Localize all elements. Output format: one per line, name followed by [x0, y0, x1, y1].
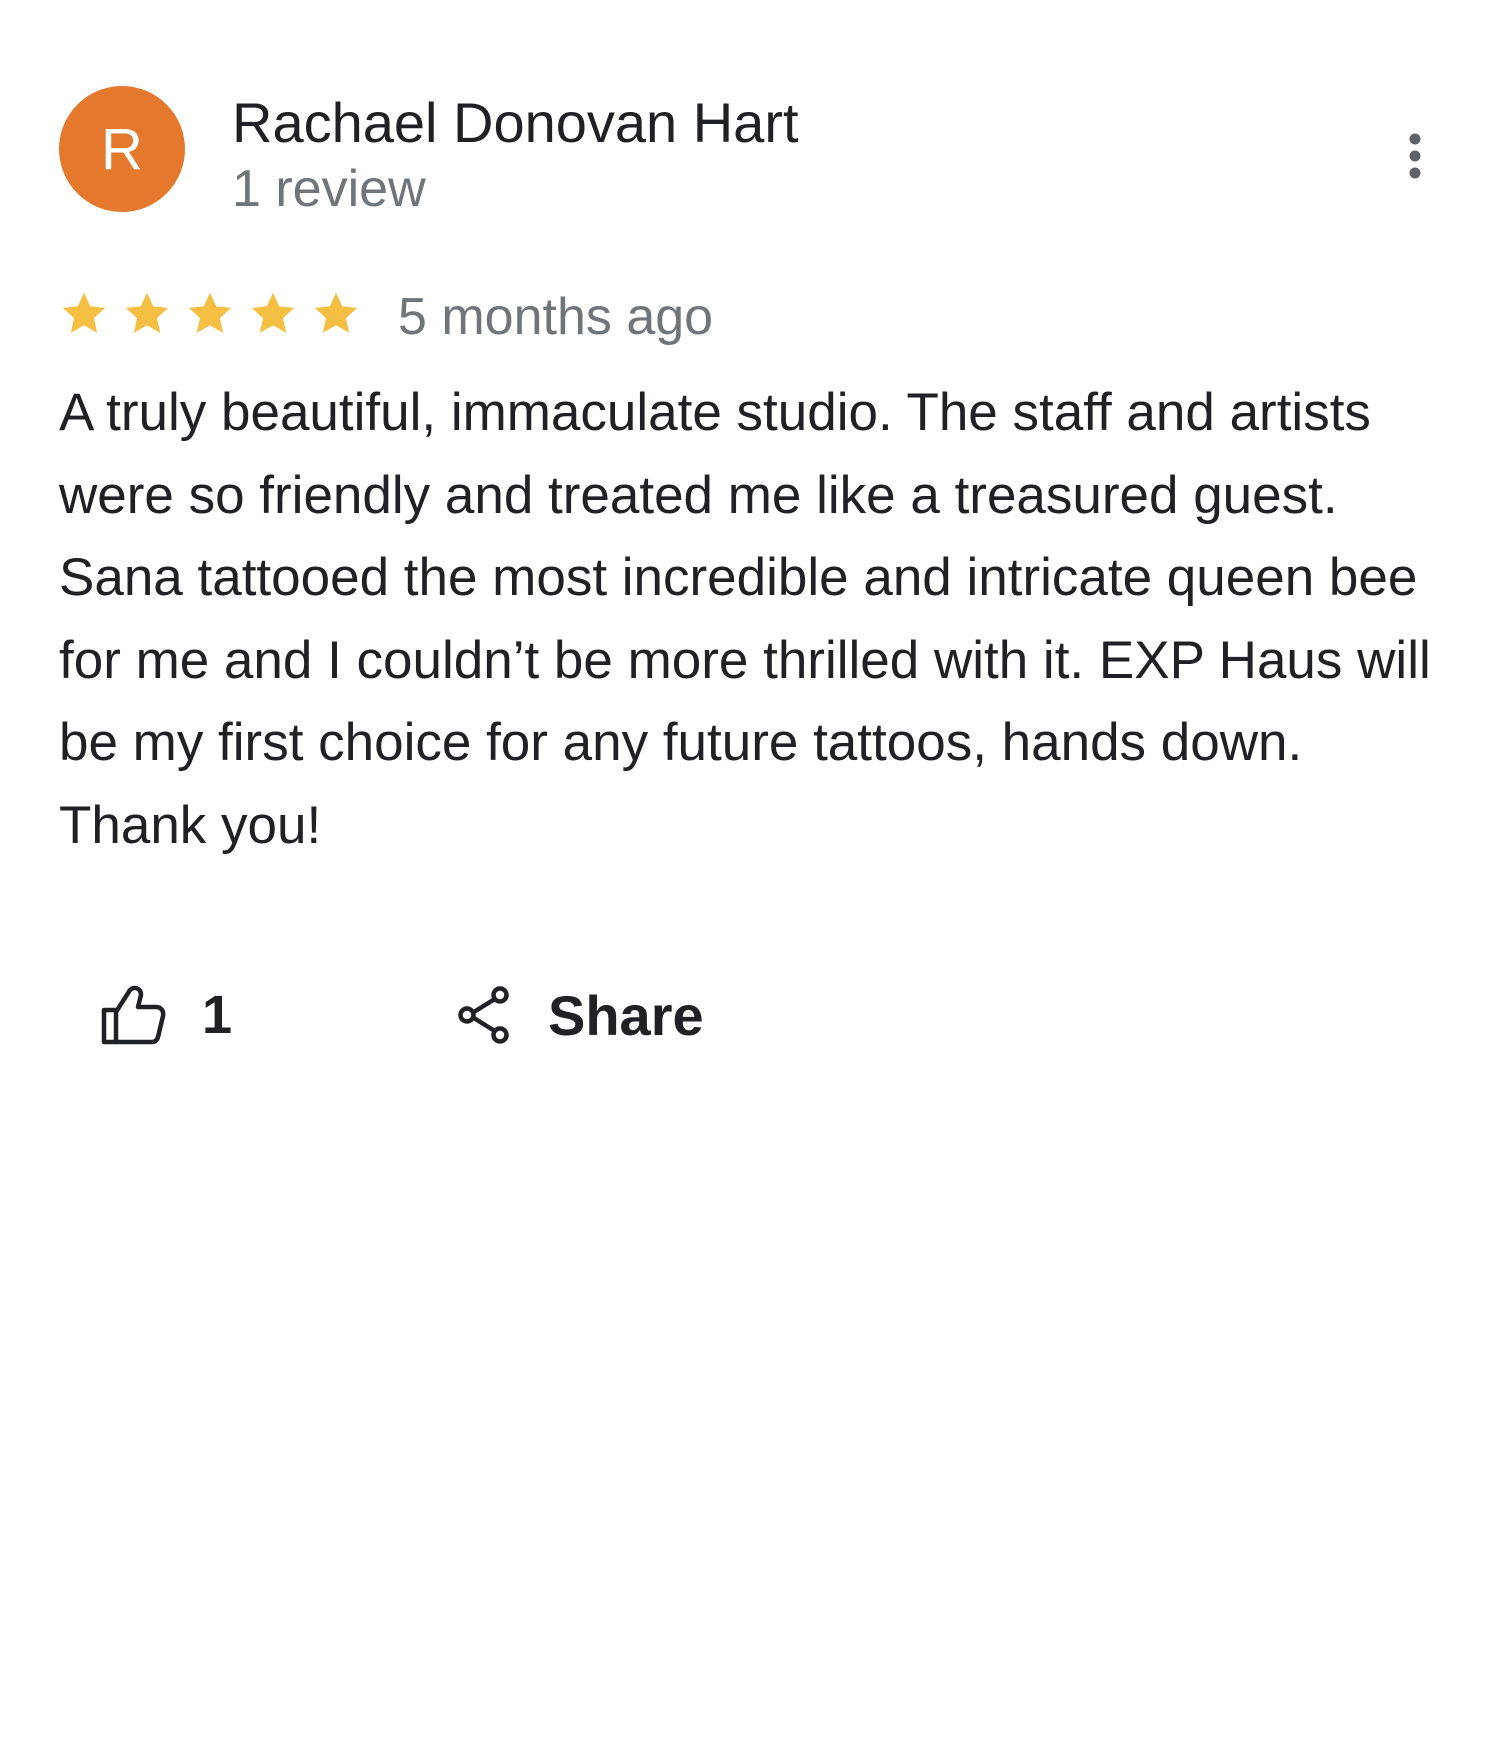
more-vert-icon: [1409, 133, 1421, 179]
review-card: R Rachael Donovan Hart 1 review 5 months…: [0, 0, 1501, 1754]
more-options-button[interactable]: [1390, 126, 1440, 186]
reviewer-name[interactable]: Rachael Donovan Hart: [232, 90, 799, 156]
thumbs-up-icon: [101, 985, 166, 1045]
star-icon: [62, 292, 106, 333]
star-icon: [125, 292, 169, 333]
avatar-initial: R: [101, 116, 143, 182]
review-count: 1 review: [232, 160, 426, 218]
review-text: A truly beautiful, immaculate studio. Th…: [59, 383, 1431, 855]
star-icon: [251, 292, 295, 333]
star-icon: [314, 292, 358, 333]
like-button[interactable]: 1: [100, 975, 232, 1055]
share-icon: [458, 986, 509, 1044]
share-label: Share: [548, 983, 704, 1047]
star-icon: [188, 292, 232, 333]
star-rating: [58, 288, 362, 340]
like-count: 1: [202, 985, 233, 1045]
share-button[interactable]: Share: [456, 975, 704, 1055]
review-timestamp: 5 months ago: [398, 288, 714, 346]
avatar[interactable]: R: [59, 86, 185, 212]
